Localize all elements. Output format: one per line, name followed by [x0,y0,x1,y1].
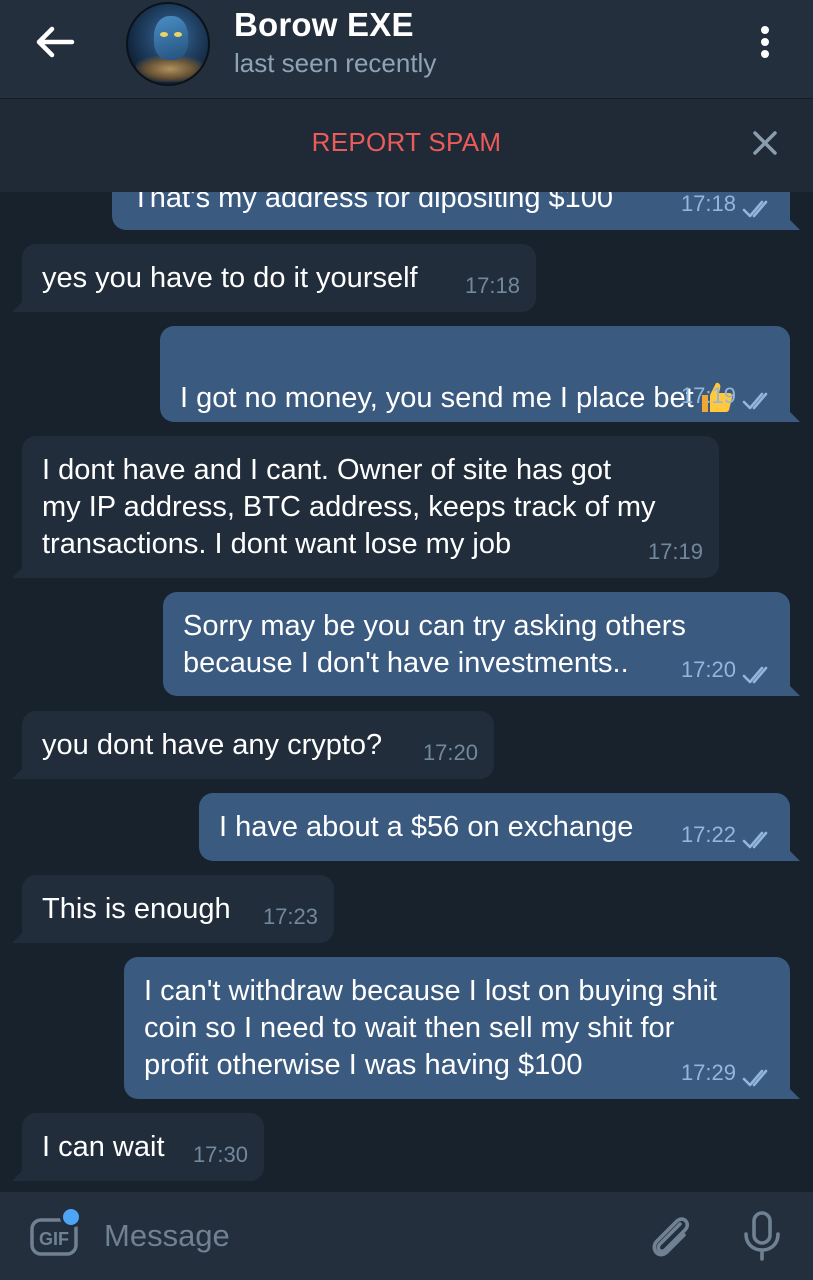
message-incoming[interactable]: you dont have any crypto? 17:20 [12,711,494,779]
message-incoming[interactable]: I can wait 17:30 [12,1113,264,1181]
message-time: 17:19 [647,539,703,564]
report-spam-bar: REPORT SPAM [0,98,813,192]
message-time: 17:18 [464,273,520,298]
message-text: you dont have any crypto? [42,729,383,761]
message-text: I dont have and I cant. Owner of site ha… [42,454,656,560]
spam-close-button[interactable] [750,128,780,158]
message-outgoing[interactable]: I got no money, you send me I place bet … [160,326,800,422]
attach-button[interactable] [646,1210,694,1262]
message-outgoing[interactable]: That's my address for dipositing $100 17… [112,192,800,230]
message-incoming[interactable]: yes you have to do it yourself 17:18 [12,244,536,312]
message-text: yes you have to do it yourself [42,262,418,294]
message-text: I can't withdraw because I lost on buyin… [144,975,717,1081]
message-list[interactable]: That's my address for dipositing $100 17… [0,192,813,1192]
message-outgoing[interactable]: I have about a $56 on exchange 17:22 [199,793,800,861]
message-time: 17:19 [680,383,736,408]
more-options-button[interactable] [750,22,780,62]
message-time: 17:18 [680,192,736,216]
message-incoming[interactable]: I dont have and I cant. Owner of site ha… [12,436,719,578]
contact-status: last seen recently [234,48,437,78]
message-outgoing[interactable]: Sorry may be you can try asking others b… [163,592,800,696]
message-time: 17:23 [262,904,318,929]
composer-bar: GIF [0,1192,813,1280]
avatar[interactable] [126,2,210,86]
paperclip-icon [652,1217,690,1257]
chat-header: Borow EXE last seen recently [0,0,813,98]
message-input[interactable] [104,1216,604,1256]
double-check-icon [742,200,768,218]
notification-dot [60,1206,82,1228]
message-time: 17:22 [680,822,736,847]
message-time: 17:30 [192,1142,248,1167]
double-check-icon [742,1069,768,1087]
message-text: That's my address for dipositing $100 [132,192,614,214]
double-check-icon [742,392,768,410]
back-button[interactable] [32,22,78,62]
contact-name[interactable]: Borow EXE [234,6,414,44]
message-time: 17:20 [422,740,478,765]
arrow-left-icon [36,26,75,58]
message-incoming[interactable]: This is enough 17:23 [12,875,334,943]
message-outgoing[interactable]: I can't withdraw because I lost on buyin… [124,957,800,1099]
report-spam-button[interactable]: REPORT SPAM [0,127,813,158]
close-icon [753,131,777,155]
svg-text:GIF: GIF [39,1229,69,1249]
message-time: 17:29 [680,1060,736,1085]
voice-record-button[interactable] [740,1210,784,1262]
double-check-icon [742,831,768,849]
double-check-icon [742,666,768,684]
message-time: 17:20 [680,657,736,682]
microphone-icon [744,1211,780,1261]
